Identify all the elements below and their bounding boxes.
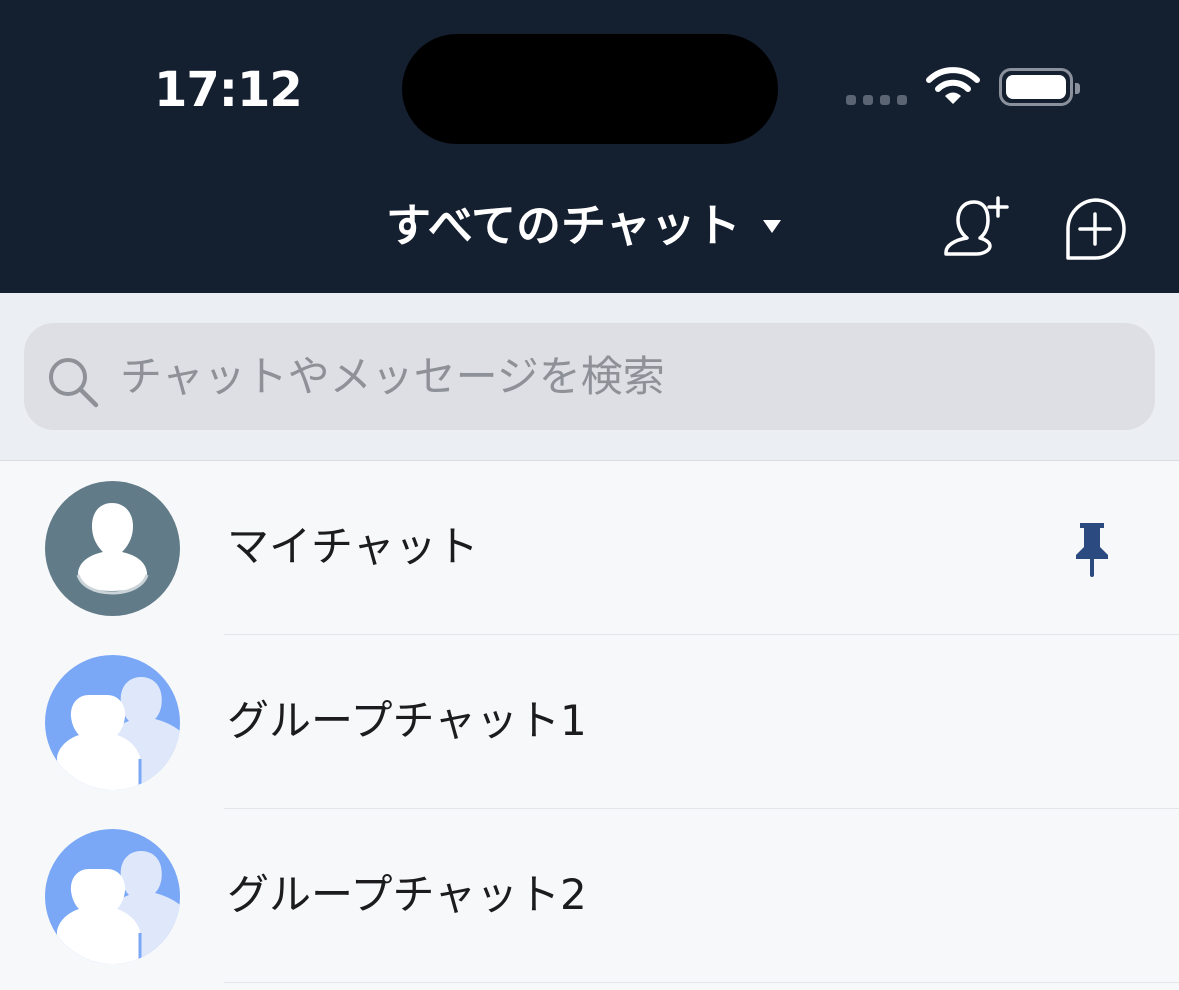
divider [224, 982, 1179, 983]
chat-row-group-2[interactable]: グループチャット2 [0, 809, 1179, 983]
battery-icon [999, 68, 1080, 106]
cellular-signal-icon [846, 95, 914, 105]
pin-icon [1074, 521, 1110, 581]
new-chat-button[interactable] [1062, 196, 1128, 264]
chat-bubble-plus-icon [1066, 198, 1126, 260]
caret-down-icon[interactable] [763, 220, 781, 233]
top-bar: 17:12 すべてのチャット [0, 0, 1179, 293]
chat-name: グループチャット2 [227, 870, 587, 919]
search-area: チャットやメッセージを検索 [0, 293, 1179, 461]
avatar [45, 655, 180, 790]
avatar [45, 829, 180, 964]
dynamic-island [402, 34, 778, 144]
add-friend-button[interactable] [940, 194, 1010, 264]
person-plus-icon [944, 196, 1009, 256]
search-input[interactable]: チャットやメッセージを検索 [24, 323, 1155, 430]
avatar [45, 481, 180, 616]
chat-name: マイチャット [227, 522, 479, 571]
search-placeholder: チャットやメッセージを検索 [120, 352, 665, 401]
page-title[interactable]: すべてのチャット [386, 196, 741, 256]
status-time: 17:12 [154, 62, 303, 118]
wifi-icon [926, 66, 980, 110]
chat-row-group-1[interactable]: グループチャット1 [0, 635, 1179, 809]
search-icon [49, 358, 99, 408]
chat-row-my-chat[interactable]: マイチャット [0, 461, 1179, 635]
chat-name: グループチャット1 [227, 696, 587, 745]
